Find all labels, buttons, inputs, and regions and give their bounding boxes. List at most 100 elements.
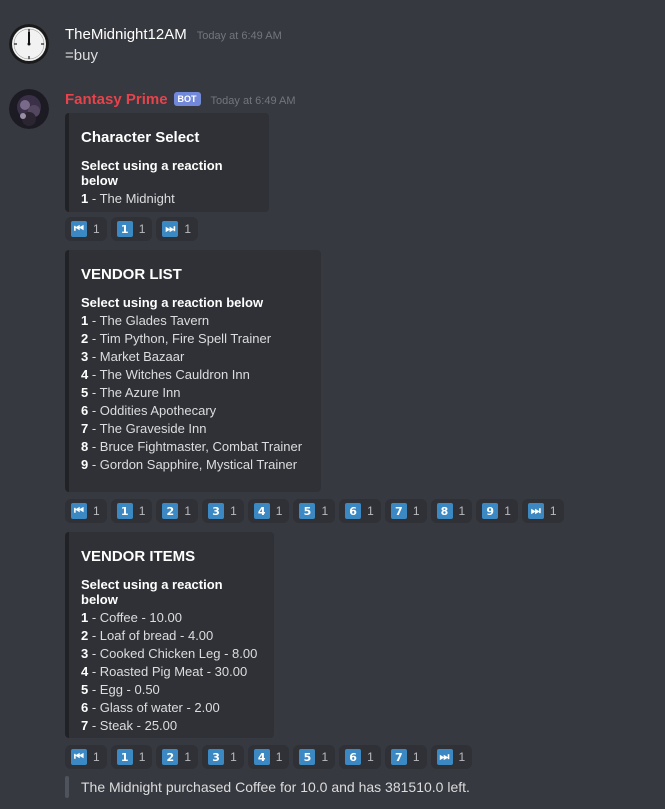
keycap-4-icon: 4 bbox=[253, 503, 270, 519]
reaction-count: 1 bbox=[321, 504, 329, 518]
bot-username[interactable]: Fantasy Prime bbox=[65, 91, 168, 108]
reaction-count: 1 bbox=[367, 504, 374, 518]
reaction-bar: ⏮ 1 11 21 31 41 51 61 71 ⏭ 1 bbox=[65, 745, 473, 769]
track-next-icon: ⏭ bbox=[162, 221, 179, 237]
keycap-3-icon: 3 bbox=[208, 503, 225, 519]
message-header: Fantasy Prime BOT Today at 6:49 AM bbox=[65, 91, 296, 108]
keycap-1-icon: 1 bbox=[116, 503, 133, 519]
message-header: TheMidnight12AM Today at 6:49 AM bbox=[65, 26, 282, 43]
reaction-next[interactable]: ⏭ 1 bbox=[430, 745, 473, 769]
reaction-4[interactable]: 41 bbox=[247, 745, 290, 769]
reaction-5[interactable]: 51 bbox=[293, 499, 336, 523]
reaction-7[interactable]: 71 bbox=[384, 745, 427, 769]
reaction-count: 1 bbox=[321, 750, 329, 764]
list-item: 2 - Tim Python, Fire Spell Trainer bbox=[81, 331, 272, 346]
embed-title: VENDOR LIST bbox=[81, 266, 182, 283]
reaction-count: 1 bbox=[138, 504, 146, 518]
reaction-3[interactable]: 31 bbox=[202, 499, 244, 523]
reaction-count: 1 bbox=[138, 222, 146, 236]
reaction-count: 1 bbox=[93, 750, 100, 764]
reaction-count: 1 bbox=[184, 750, 192, 764]
reaction-3[interactable]: 31 bbox=[202, 745, 244, 769]
reaction-count: 1 bbox=[93, 504, 100, 518]
list-item: 8 - Bruce Fightmaster, Combat Trainer bbox=[81, 439, 303, 454]
result-quote: The Midnight purchased Coffee for 10.0 a… bbox=[65, 776, 470, 798]
reaction-count: 1 bbox=[275, 750, 283, 764]
keycap-3-icon: 3 bbox=[208, 749, 225, 765]
quote-bar bbox=[65, 776, 69, 798]
list-item: 9 - Gordon Sapphire, Mystical Trainer bbox=[81, 457, 298, 472]
reaction-5[interactable]: 51 bbox=[293, 745, 336, 769]
embed-title: VENDOR ITEMS bbox=[81, 548, 196, 565]
keycap-1-icon: 1 bbox=[116, 221, 133, 237]
reaction-bar: ⏮ 1 11 21 31 41 51 61 71 81 91 ⏭ 1 bbox=[65, 499, 564, 523]
reaction-count: 1 bbox=[458, 504, 466, 518]
list-item: 4 - The Witches Cauldron Inn bbox=[81, 367, 250, 382]
reaction-count: 1 bbox=[412, 750, 420, 764]
reaction-8[interactable]: 81 bbox=[430, 499, 473, 523]
reaction-2[interactable]: 21 bbox=[156, 499, 199, 523]
reaction-count: 1 bbox=[367, 750, 374, 764]
track-previous-icon: ⏮ bbox=[71, 503, 87, 519]
track-next-icon: ⏭ bbox=[527, 503, 544, 519]
list-item: 1 - The Glades Tavern bbox=[81, 313, 210, 328]
reaction-1[interactable]: 11 bbox=[110, 499, 153, 523]
quote-text: The Midnight purchased Coffee for 10.0 a… bbox=[81, 779, 470, 795]
embed-vendor-items: VENDOR ITEMS Select using a reaction bel… bbox=[65, 532, 274, 738]
reaction-count: 1 bbox=[184, 504, 192, 518]
reaction-count: 1 bbox=[184, 222, 192, 236]
list-item: 2 - Loaf of bread - 4.00 bbox=[81, 628, 214, 643]
bot-avatar-icon bbox=[9, 89, 49, 129]
track-previous-icon: ⏮ bbox=[71, 749, 87, 765]
reaction-1[interactable]: 11 bbox=[110, 745, 153, 769]
embed-character-select: Character Select Select using a reaction… bbox=[65, 113, 269, 212]
username[interactable]: TheMidnight12AM bbox=[65, 26, 187, 43]
reaction-next[interactable]: ⏭ 1 bbox=[521, 499, 564, 523]
clock-icon bbox=[9, 24, 49, 64]
list-item: 3 - Cooked Chicken Leg - 8.00 bbox=[81, 646, 258, 661]
keycap-8-icon: 8 bbox=[436, 503, 453, 519]
reaction-4[interactable]: 41 bbox=[247, 499, 290, 523]
reaction-count: 1 bbox=[549, 504, 557, 518]
list-item: 3 - Market Bazaar bbox=[81, 349, 185, 364]
reaction-9[interactable]: 91 bbox=[476, 499, 518, 523]
embed-subtitle: Select using a reaction below bbox=[81, 577, 223, 607]
bot-tag: BOT bbox=[173, 92, 201, 106]
timestamp: Today at 6:49 AM bbox=[210, 95, 296, 107]
embed-subtitle: Select using a reaction below bbox=[81, 158, 223, 188]
reaction-count: 1 bbox=[230, 504, 237, 518]
track-previous-icon: ⏮ bbox=[71, 221, 87, 237]
keycap-9-icon: 9 bbox=[482, 503, 499, 519]
message-content: =buy bbox=[65, 47, 98, 64]
keycap-7-icon: 7 bbox=[390, 749, 407, 765]
reaction-count: 1 bbox=[138, 750, 146, 764]
keycap-7-icon: 7 bbox=[390, 503, 407, 519]
list-item: 6 - Glass of water - 2.00 bbox=[81, 700, 220, 715]
bot-avatar[interactable] bbox=[9, 89, 49, 129]
reaction-previous[interactable]: ⏮ 1 bbox=[65, 499, 107, 523]
reaction-previous[interactable]: ⏮ 1 bbox=[65, 745, 107, 769]
list-item: 6 - Oddities Apothecary bbox=[81, 403, 217, 418]
reaction-count: 1 bbox=[504, 504, 511, 518]
clock-avatar[interactable] bbox=[9, 24, 49, 64]
list-item: 4 - Roasted Pig Meat - 30.00 bbox=[81, 664, 248, 679]
reaction-bar: ⏮ 1 1 1 ⏭ 1 bbox=[65, 217, 199, 241]
embed-subtitle: Select using a reaction below bbox=[81, 295, 264, 310]
list-item: 7 - The Graveside Inn bbox=[81, 421, 207, 436]
reaction-previous[interactable]: ⏮ 1 bbox=[65, 217, 107, 241]
reaction-7[interactable]: 71 bbox=[384, 499, 427, 523]
reaction-2[interactable]: 21 bbox=[156, 745, 199, 769]
reaction-next[interactable]: ⏭ 1 bbox=[156, 217, 199, 241]
reaction-6[interactable]: 61 bbox=[339, 499, 381, 523]
reaction-count: 1 bbox=[412, 504, 420, 518]
track-next-icon: ⏭ bbox=[436, 749, 453, 765]
reaction-count: 1 bbox=[93, 222, 100, 236]
reaction-count: 1 bbox=[458, 750, 466, 764]
list-item: 5 - The Azure Inn bbox=[81, 385, 181, 400]
reaction-6[interactable]: 61 bbox=[339, 745, 381, 769]
reaction-1[interactable]: 1 1 bbox=[110, 217, 153, 241]
reaction-count: 1 bbox=[275, 504, 283, 518]
keycap-2-icon: 2 bbox=[162, 749, 179, 765]
timestamp: Today at 6:49 AM bbox=[196, 30, 282, 42]
embed-vendor-list: VENDOR LIST Select using a reaction belo… bbox=[65, 250, 321, 492]
